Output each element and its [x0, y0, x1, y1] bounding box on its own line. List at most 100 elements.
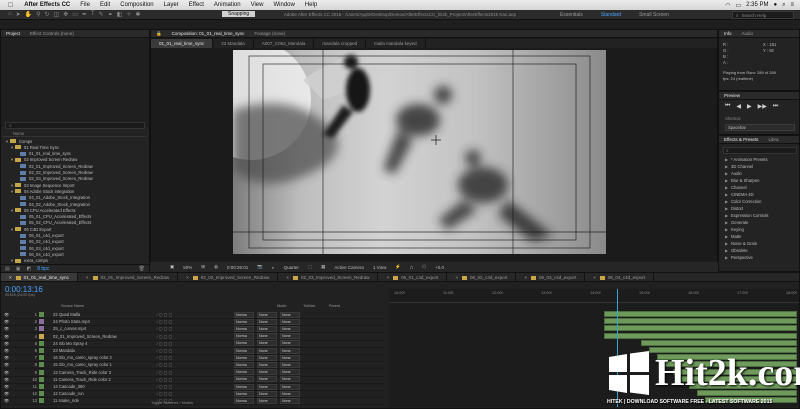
trash-icon[interactable]: 🗑 [139, 266, 145, 272]
rectangle-tool-icon[interactable]: ▭ [72, 11, 78, 18]
layer-label-color[interactable] [39, 398, 44, 404]
layer-source-name[interactable]: 24 Photo Stats.mp4 [47, 319, 157, 324]
effect-category[interactable]: ▶ CINEMA 4D [719, 191, 799, 198]
previous-frame-icon[interactable]: ◀ [736, 103, 741, 110]
menubar-time[interactable]: 2:35 PM [746, 2, 768, 8]
project-search-input[interactable]: ⌕ [5, 122, 145, 129]
always-preview-icon[interactable]: ▣ [168, 264, 176, 270]
roto-brush-icon[interactable]: ✧ [126, 11, 131, 18]
layer-parent-dropdown[interactable]: None [280, 347, 300, 354]
layer-switches[interactable]: ⁄ ▢ ▢ ▢ [157, 348, 231, 353]
layer-mode-dropdown[interactable]: Norma [234, 390, 254, 397]
interpret-footage-icon[interactable]: ▤ [5, 266, 10, 272]
layer-parent-dropdown[interactable]: None [280, 311, 300, 318]
spotlight-search-icon[interactable]: ⌕ [782, 2, 785, 9]
effect-category[interactable]: ▶ Generate [719, 219, 799, 226]
snapping-toggle[interactable]: Snapping [222, 11, 256, 17]
layer-label-color[interactable] [39, 312, 44, 317]
tab-effects-presets[interactable]: Effects & Presets [719, 137, 763, 142]
effect-category[interactable]: ▶ Color Correction [719, 198, 799, 205]
layer-switches[interactable]: ⁄ ▢ ▢ ▢ [157, 319, 231, 324]
menu-effect[interactable]: Effect [184, 2, 209, 8]
layer-duration-bar[interactable] [604, 318, 797, 325]
layer-switches[interactable]: ⁄ ▢ ▢ ▢ [157, 355, 231, 360]
column-source-name[interactable]: Source Name [61, 304, 117, 310]
layer-mode-dropdown[interactable]: Norma [234, 369, 254, 376]
layer-switches[interactable]: ⁄ ▢ ▢ ▢ [157, 334, 231, 339]
selection-tool-icon[interactable]: ➤ [16, 11, 21, 18]
effect-category[interactable]: ▶ Distort [719, 205, 799, 212]
layer-mode-dropdown[interactable]: Norma [234, 325, 254, 332]
layer-trkmat-dropdown[interactable]: None [257, 361, 277, 368]
layer-mode-dropdown[interactable]: Norma [234, 333, 254, 340]
layer-trkmat-dropdown[interactable]: None [257, 397, 277, 404]
effect-category[interactable]: ▶ Expression Controls [719, 212, 799, 219]
workspace-small-screen[interactable]: Small Screen [634, 11, 674, 19]
eye-icon[interactable]: 👁 [4, 326, 9, 331]
eye-icon[interactable]: 👁 [4, 319, 9, 324]
snapshot-icon[interactable]: 📷 [255, 264, 265, 270]
close-icon[interactable]: × [524, 275, 527, 280]
layer-switches[interactable]: ⁄ ▢ ▢ ▢ [157, 370, 231, 375]
layer-label-color[interactable] [39, 348, 44, 353]
home-tool-icon[interactable]: ⌂ [8, 11, 12, 18]
camera-tool-icon[interactable]: ◫ [54, 11, 60, 18]
rotate-tool-icon[interactable]: ↻ [45, 11, 50, 18]
layer-trkmat-dropdown[interactable]: None [257, 354, 277, 361]
effect-category[interactable]: ▶ Perspective [719, 254, 799, 261]
breadcrumb-mandala-keyed[interactable]: malla mandala keyed [366, 39, 426, 48]
timeline-tab[interactable]: × 02_02_Improved_Screen_Redraw [178, 273, 279, 281]
layer-duration-bar[interactable] [604, 332, 797, 339]
tab-composition[interactable]: Composition: 01_01_real_time_sync [167, 31, 250, 36]
layer-mode-dropdown[interactable]: Norma [234, 347, 254, 354]
layer-parent-dropdown[interactable]: None [280, 397, 300, 404]
workspace-essentials[interactable]: Essentials [555, 11, 588, 19]
menu-animation[interactable]: Animation [209, 2, 246, 8]
pen-tool-icon[interactable]: ✒ [82, 11, 87, 18]
layer-mode-dropdown[interactable]: Norma [234, 311, 254, 318]
wifi-icon[interactable]: ◠ [725, 2, 730, 9]
layer-switches[interactable]: ⁄ ▢ ▢ ▢ [157, 377, 231, 382]
layer-parent-dropdown[interactable]: None [280, 369, 300, 376]
tab-preview[interactable]: Preview [719, 93, 745, 98]
layer-parent-dropdown[interactable]: None [280, 361, 300, 368]
layer-trkmat-dropdown[interactable]: None [257, 318, 277, 325]
layer-source-name[interactable]: 22 Quad Malla [47, 312, 157, 317]
close-icon[interactable]: × [593, 275, 596, 280]
close-icon[interactable]: × [9, 275, 12, 280]
clone-tool-icon[interactable]: ⚭ [108, 11, 113, 18]
layer-parent-dropdown[interactable]: None [280, 376, 300, 383]
layer-trkmat-dropdown[interactable]: None [257, 390, 277, 397]
layer-source-name[interactable]: 14 Cascade_360 [47, 384, 157, 389]
layer-switches[interactable]: ⁄ ▢ ▢ ▢ [157, 312, 231, 317]
layer-mode-dropdown[interactable]: Norma [234, 318, 254, 325]
effect-category[interactable]: ▶ Blur & Sharpen [719, 177, 799, 184]
layer-label-color[interactable] [39, 391, 44, 397]
layer-label-color[interactable] [39, 384, 44, 389]
layer-trkmat-dropdown[interactable]: None [257, 325, 277, 332]
camera-dropdown[interactable]: Active Camera [332, 265, 366, 270]
breadcrumb-mandala-cropped[interactable]: mandala cropped [314, 39, 367, 48]
view-layout-dropdown[interactable]: 1 View [371, 265, 388, 270]
timeline-tab[interactable]: × 06_04_c4d_export [585, 273, 655, 281]
layer-parent-dropdown[interactable]: None [280, 354, 300, 361]
layer-parent-dropdown[interactable]: None [280, 390, 300, 397]
layer-source-name[interactable]: 24 Slo Mo Spray 4 [47, 341, 157, 346]
bpc-label[interactable]: 8 bpc [37, 266, 49, 272]
eye-icon[interactable]: 👁 [4, 362, 9, 367]
layer-source-name[interactable]: 11 Camera_Track_Ride color 2 [47, 377, 157, 382]
fast-previews-icon[interactable]: ⚡ [393, 264, 403, 270]
layer-trkmat-dropdown[interactable]: None [257, 369, 277, 376]
layer-trkmat-dropdown[interactable]: None [257, 376, 277, 383]
eraser-tool-icon[interactable]: ◧ [117, 11, 123, 18]
effect-category[interactable]: ▶ Audio [719, 170, 799, 177]
layer-source-name[interactable]: 15 Slo_mo_camo_spray color 1 [47, 362, 157, 367]
layer-switches[interactable]: ⁄ ▢ ▢ ▢ [157, 326, 231, 331]
pan-behind-tool-icon[interactable]: ✥ [63, 11, 68, 18]
toggle-switches-modes[interactable]: Toggle Switches / Modes [151, 401, 193, 405]
menu-view[interactable]: View [246, 2, 269, 8]
layer-parent-dropdown[interactable]: None [280, 333, 300, 340]
layer-trkmat-dropdown[interactable]: None [257, 333, 277, 340]
layer-source-name[interactable]: 02_01_Improved_Screen_Redraw [47, 334, 157, 339]
tab-effect-controls[interactable]: Effect Controls (none) [25, 31, 79, 36]
